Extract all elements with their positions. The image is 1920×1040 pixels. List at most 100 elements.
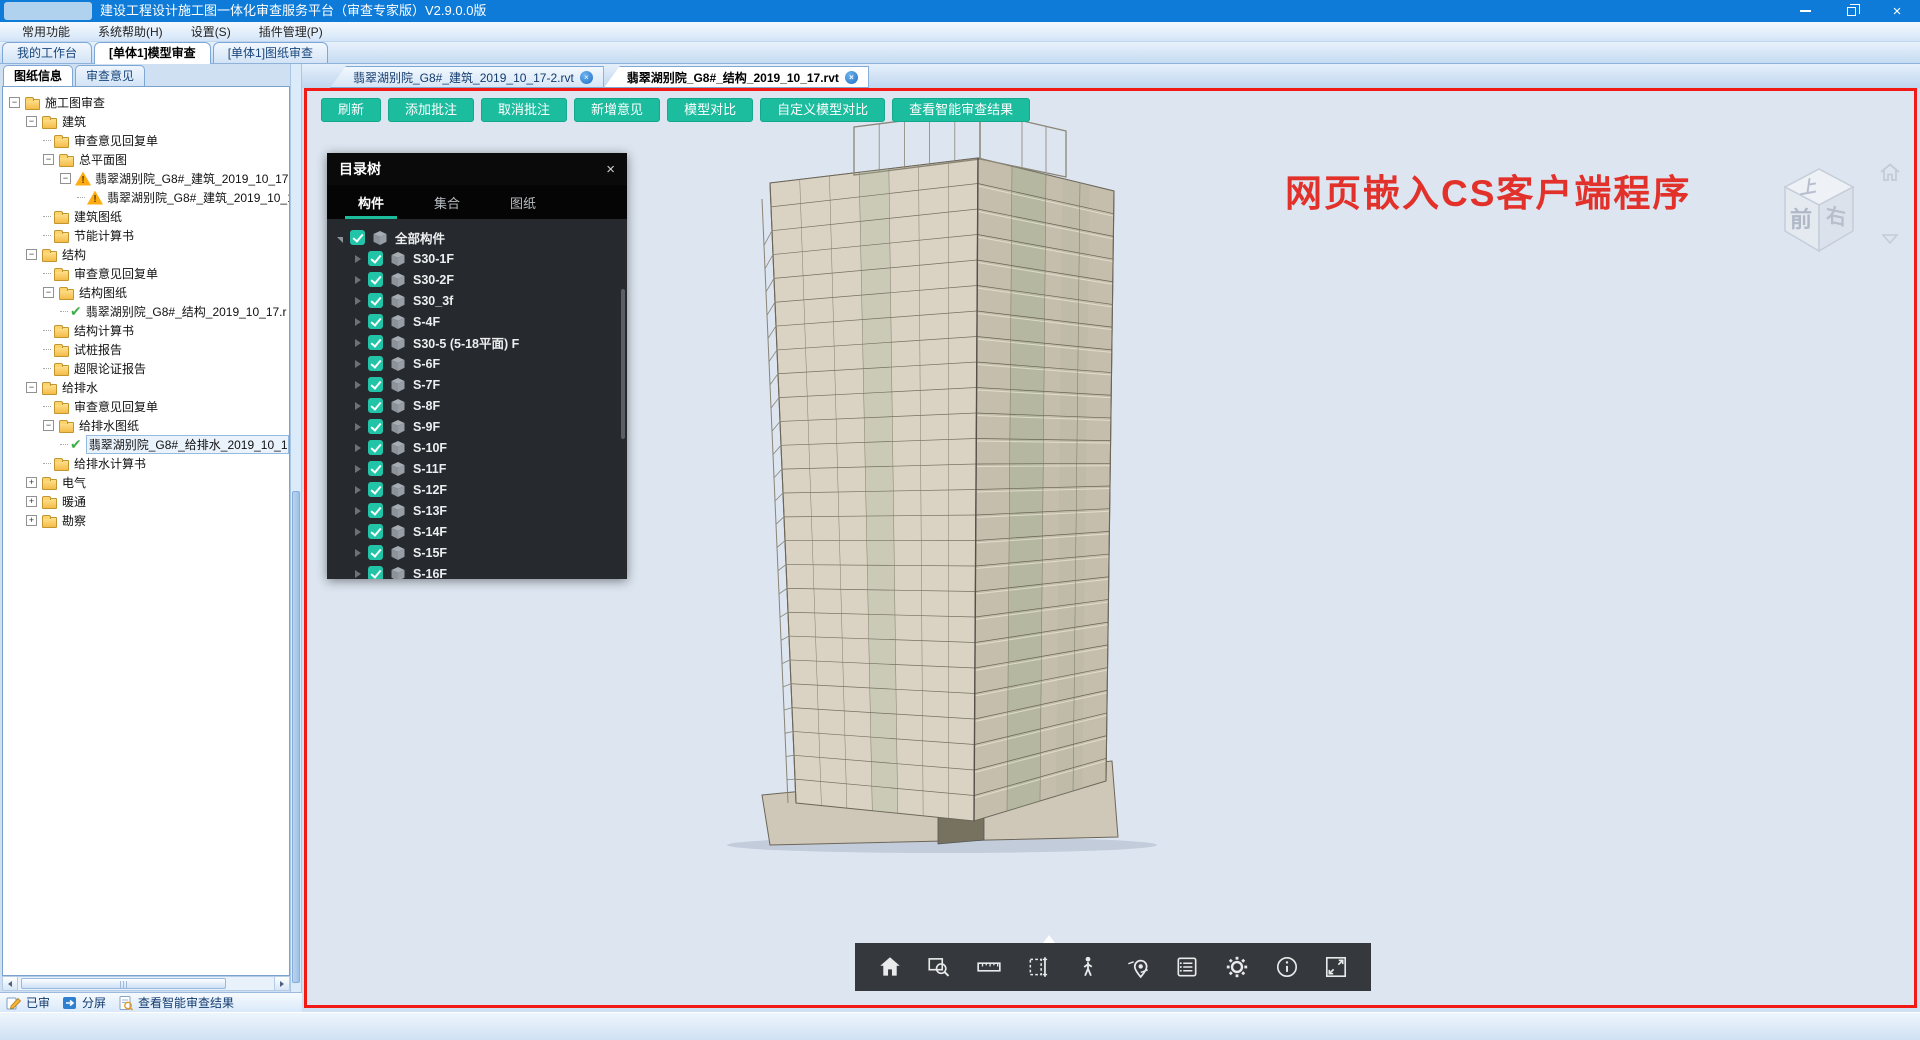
tree-node-label[interactable]: 电气 bbox=[62, 474, 86, 491]
close-button[interactable]: × bbox=[1874, 0, 1920, 22]
status-button-1[interactable]: 分屏 bbox=[62, 994, 106, 1011]
tree-node-label[interactable]: 审查意见回复单 bbox=[74, 398, 158, 415]
tree-node-label[interactable]: 暖通 bbox=[62, 493, 86, 510]
tree-row[interactable]: − 给排水 bbox=[3, 378, 289, 397]
catalog-scrollbar[interactable] bbox=[621, 289, 625, 439]
tree-node-label[interactable]: 结构图纸 bbox=[79, 284, 127, 301]
tree-node-label[interactable]: 建筑图纸 bbox=[74, 208, 122, 225]
minimap-icon[interactable] bbox=[1121, 950, 1155, 984]
checkbox-checked[interactable] bbox=[368, 440, 383, 455]
tree-node-label[interactable]: 建筑 bbox=[62, 113, 86, 130]
viewer-toolbar-button-1[interactable]: 添加批注 bbox=[388, 98, 474, 122]
home-view-icon[interactable] bbox=[1877, 161, 1903, 185]
tree-row[interactable]: 试桩报告 bbox=[3, 340, 289, 359]
tree-node-label[interactable]: 勘察 bbox=[62, 512, 86, 529]
collapse-arrow-icon[interactable] bbox=[337, 237, 343, 243]
catalog-item[interactable]: S-9F bbox=[337, 416, 627, 437]
menu-item-2[interactable]: 设置(S) bbox=[177, 22, 245, 42]
tree-row[interactable]: ✔翡翠湖别院_G8#_结构_2019_10_17.r bbox=[3, 302, 289, 321]
catalog-tab-0[interactable]: 构件 bbox=[333, 185, 409, 219]
checkbox-checked[interactable] bbox=[368, 272, 383, 287]
collapse-toggle-icon[interactable]: − bbox=[9, 97, 20, 108]
section-icon[interactable] bbox=[1022, 950, 1056, 984]
tree-node-label[interactable]: 试桩报告 bbox=[74, 341, 122, 358]
tree-node-label[interactable]: 结构 bbox=[62, 246, 86, 263]
catalog-item[interactable]: S-13F bbox=[337, 500, 627, 521]
tree-row[interactable]: 超限论证报告 bbox=[3, 359, 289, 378]
tree-row[interactable]: −建筑 bbox=[3, 112, 289, 131]
menu-item-0[interactable]: 常用功能 bbox=[8, 22, 84, 42]
tree-node-label[interactable]: 翡翠湖别院_G8#_结构_2019_10_17.r bbox=[86, 303, 287, 320]
catalog-item[interactable]: S-6F bbox=[337, 353, 627, 374]
checkbox-checked[interactable] bbox=[368, 545, 383, 560]
document-tab-1[interactable]: 翡翠湖别院_G8#_结构_2019_10_17.rvt× bbox=[604, 66, 869, 88]
main-tab-0[interactable]: 我的工作台 bbox=[2, 42, 92, 63]
left-tab-1[interactable]: 审查意见 bbox=[75, 65, 145, 86]
collapse-toggle-icon[interactable]: − bbox=[60, 173, 71, 184]
expand-toggle-icon[interactable]: + bbox=[26, 477, 37, 488]
tree-row[interactable]: + 勘察 bbox=[3, 511, 289, 530]
checkbox-checked[interactable] bbox=[368, 356, 383, 371]
left-tab-0[interactable]: 图纸信息 bbox=[3, 65, 73, 86]
restore-button[interactable] bbox=[1828, 0, 1874, 22]
tree-node-label[interactable]: 节能计算书 bbox=[74, 227, 134, 244]
collapse-toggle-icon[interactable]: − bbox=[43, 154, 54, 165]
checkbox-checked[interactable] bbox=[368, 524, 383, 539]
checkbox-checked[interactable] bbox=[368, 419, 383, 434]
expand-arrow-icon[interactable] bbox=[355, 444, 361, 452]
expand-arrow-icon[interactable] bbox=[355, 381, 361, 389]
catalog-close-icon[interactable]: × bbox=[606, 162, 615, 177]
tree-row[interactable]: −施工图审查 bbox=[3, 93, 289, 112]
tree-row[interactable]: − 给排水图纸 bbox=[3, 416, 289, 435]
tree-node-label[interactable]: 总平面图 bbox=[79, 151, 127, 168]
catalog-item[interactable]: S-4F bbox=[337, 311, 627, 332]
checkbox-checked[interactable] bbox=[368, 377, 383, 392]
expand-toggle-icon[interactable]: + bbox=[26, 515, 37, 526]
expand-arrow-icon[interactable] bbox=[355, 297, 361, 305]
tree-row[interactable]: 给排水计算书 bbox=[3, 454, 289, 473]
catalog-item[interactable]: S-8F bbox=[337, 395, 627, 416]
cube-menu-chevron-icon[interactable] bbox=[1881, 233, 1899, 245]
tree-row[interactable]: 结构计算书 bbox=[3, 321, 289, 340]
tree-node-label[interactable]: 翡翠湖别院_G8#_建筑_2019_10_17.r bbox=[95, 170, 289, 187]
collapse-toggle-icon[interactable]: − bbox=[43, 420, 54, 431]
tree-node-label[interactable]: 给排水 bbox=[62, 379, 98, 396]
main-tab-2[interactable]: [单体1]图纸审查 bbox=[213, 42, 328, 63]
checkbox-checked[interactable] bbox=[368, 251, 383, 266]
viewer-toolbar-button-2[interactable]: 取消批注 bbox=[481, 98, 567, 122]
settings-icon[interactable] bbox=[1220, 950, 1254, 984]
main-tab-1[interactable]: [单体1]模型审查 bbox=[94, 42, 211, 64]
collapse-toggle-icon[interactable]: − bbox=[43, 287, 54, 298]
expand-arrow-icon[interactable] bbox=[355, 507, 361, 515]
tree-node-label[interactable]: 给排水图纸 bbox=[79, 417, 139, 434]
status-button-2[interactable]: 查看智能审查结果 bbox=[118, 994, 234, 1011]
tree-node-label[interactable]: 结构计算书 bbox=[74, 322, 134, 339]
tree-node-label[interactable]: 超限论证报告 bbox=[74, 360, 146, 377]
menu-item-1[interactable]: 系统帮助(H) bbox=[84, 22, 177, 42]
expand-arrow-icon[interactable] bbox=[355, 276, 361, 284]
catalog-item[interactable]: S30_3f bbox=[337, 290, 627, 311]
viewer-toolbar-button-3[interactable]: 新增意见 bbox=[574, 98, 660, 122]
tree-row[interactable]: !翡翠湖别院_G8#_建筑_2019_10_1 bbox=[3, 188, 289, 207]
walk-icon[interactable] bbox=[1071, 950, 1105, 984]
expand-arrow-icon[interactable] bbox=[355, 423, 361, 431]
catalog-item[interactable]: S-12F bbox=[337, 479, 627, 500]
checkbox-checked[interactable] bbox=[368, 482, 383, 497]
zoom-window-icon[interactable] bbox=[922, 950, 956, 984]
catalog-item[interactable]: S-15F bbox=[337, 542, 627, 563]
viewer-toolbar-button-5[interactable]: 自定义模型对比 bbox=[760, 98, 885, 122]
catalog-item[interactable]: S-14F bbox=[337, 521, 627, 542]
checkbox-checked[interactable] bbox=[368, 335, 383, 350]
catalog-item[interactable]: S-10F bbox=[337, 437, 627, 458]
expand-toggle-icon[interactable]: + bbox=[26, 496, 37, 507]
expand-arrow-icon[interactable] bbox=[355, 255, 361, 263]
tree-node-label[interactable]: 给排水计算书 bbox=[74, 455, 146, 472]
home-icon[interactable] bbox=[873, 950, 907, 984]
expand-arrow-icon[interactable] bbox=[355, 318, 361, 326]
collapse-toggle-icon[interactable]: − bbox=[26, 382, 37, 393]
tree-row[interactable]: 审查意见回复单 bbox=[3, 264, 289, 283]
status-button-0[interactable]: 已审 bbox=[6, 994, 50, 1011]
catalog-item[interactable]: S30-2F bbox=[337, 269, 627, 290]
catalog-item[interactable]: S30-5 (5-18平面) F bbox=[337, 332, 627, 353]
catalog-item[interactable]: 全部构件 bbox=[337, 227, 627, 248]
